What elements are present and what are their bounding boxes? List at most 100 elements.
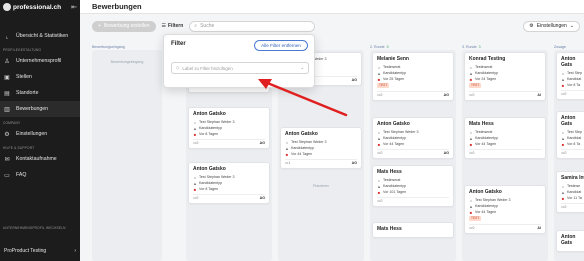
job-icon: ⌂ bbox=[193, 174, 197, 180]
person-icon: ▲ bbox=[377, 183, 381, 189]
column-body[interactable]: Bewerbungseingang bbox=[92, 50, 162, 261]
candidate-name: Anton Gatsko bbox=[193, 111, 226, 117]
calendar-icon: ■ bbox=[469, 209, 473, 215]
application-card[interactable]: Anton Gatsko ⌂ Test Stephan Weder 3 ▲ Kandid… bbox=[464, 185, 546, 234]
column-title-label: Bewerbungseingang bbox=[92, 45, 125, 49]
candidate-name: Konrad Testing bbox=[469, 56, 506, 62]
card-info-text: Testinserat bbox=[383, 65, 401, 69]
card-info-row: ■ Vor 24 Tagen bbox=[469, 76, 541, 82]
application-card[interactable]: Anton Gatsko ⌂ Test Stephan Weder 3 ▲ Kandid… bbox=[188, 162, 270, 204]
column-count-badge: 5 bbox=[386, 45, 389, 49]
calendar-icon: ■ bbox=[377, 189, 381, 195]
calendar-icon: ■ bbox=[193, 186, 197, 192]
application-card[interactable]: Anton Gats ⌂ Test Step ▲ Kandidat ■ Vor 8 Ta ▭ … bbox=[556, 111, 584, 159]
card-info-text: Kandidat bbox=[567, 136, 582, 140]
card-due: Vor 11 Ta bbox=[567, 196, 582, 200]
column-empty-note: Bewerbungseingang bbox=[110, 60, 144, 64]
collapse-sidebar-icon[interactable]: ⇤ bbox=[71, 3, 77, 11]
card-due: Vor 44 Tagen bbox=[475, 142, 497, 146]
comment-count: 0 bbox=[564, 92, 567, 96]
card-info-text: Testinserat bbox=[475, 130, 493, 134]
card-footer: ▭ 0AG bbox=[377, 149, 449, 155]
settings-label: Einstellungen bbox=[536, 23, 567, 29]
sidebar-item-overview[interactable]: ⌞ Übersicht & Statistiken bbox=[0, 28, 80, 44]
card-footer: ▭ 0AG bbox=[193, 194, 265, 200]
application-card[interactable]: Anton Gats bbox=[556, 230, 584, 252]
card-footer: ▭ 0 bbox=[377, 197, 449, 203]
card-info-text: Kandidatentyp bbox=[383, 136, 406, 140]
sidebar-item-locations[interactable]: ▤ Standorte bbox=[0, 85, 80, 101]
sidebar-item-company-profile[interactable]: ♙ Unternehmensprofil bbox=[0, 53, 80, 69]
search-placeholder: Suche bbox=[200, 23, 215, 29]
job-icon: ⌂ bbox=[193, 119, 197, 125]
chevron-down-icon: ⌄ bbox=[300, 65, 304, 70]
application-card[interactable]: Mats Hess ⌂ Testinserat ▲ Kandidatentyp ■ Vor … bbox=[372, 165, 454, 207]
application-card[interactable]: Anton Gatsko ⌂ Test Stephan Weder 3 ▲ Kandid… bbox=[280, 127, 362, 169]
search-input[interactable]: ⌕ Suche bbox=[189, 20, 316, 32]
assignee-initials: AG bbox=[351, 161, 357, 165]
person-icon: ▲ bbox=[469, 135, 473, 141]
clear-filters-button[interactable]: Alle Filter entfernen bbox=[254, 40, 308, 51]
create-application-button[interactable]: + Bewerbung erstellen bbox=[92, 20, 156, 32]
filter-button[interactable]: ☰ Filtern bbox=[162, 23, 184, 29]
card-info-text: Test Stephan Weder 3 bbox=[291, 140, 327, 144]
card-footer: ▭ 0AG bbox=[193, 139, 265, 145]
card-info-text: Kandidat bbox=[567, 190, 582, 194]
add-label-filter-select[interactable]: ◇ Label zu Filter hinzufügen ⌄ bbox=[171, 62, 309, 74]
card-due: Vor 8 Tagen bbox=[199, 187, 219, 191]
application-card[interactable]: Mats Hess bbox=[372, 222, 454, 238]
toolbar: + Bewerbung erstellen ☰ Filtern ⌕ Suche … bbox=[92, 20, 584, 32]
application-card[interactable]: Samira Int ⌂ Testinse ▲ Kandidat ■ Vor 11 Ta ▭ … bbox=[556, 171, 584, 213]
job-icon: ⌂ bbox=[561, 183, 565, 189]
card-due: Vor 44 Tagen bbox=[383, 142, 405, 146]
brand-logo-icon bbox=[3, 3, 11, 11]
assignee-initials: AG bbox=[351, 78, 357, 82]
main: Bewerbungen + Bewerbung erstellen ☰ Filt… bbox=[80, 0, 584, 261]
card-info-text: Testinse bbox=[567, 184, 581, 188]
kanban-column: Zusage Anton Gats ⌂ Test Step ▲ Kandidat ■ Vor … bbox=[554, 44, 584, 261]
candidate-name: Anton Gatsko bbox=[285, 131, 318, 137]
person-icon: ▲ bbox=[469, 70, 473, 76]
person-icon: ▲ bbox=[377, 135, 381, 141]
application-card[interactable]: Anton Gatsko ⌂ Test Stephan Weder 3 ▲ Kandid… bbox=[372, 117, 454, 159]
settings-dropdown[interactable]: ⚙ Einstellungen ⌄ bbox=[523, 20, 580, 32]
sidebar-item-label: Unternehmensprofil bbox=[16, 58, 62, 64]
sidebar-item-contact[interactable]: ✉ Kontaktaufnahme bbox=[0, 151, 80, 167]
tenant-switcher[interactable]: ProProduct Testing › bbox=[0, 245, 80, 257]
person-icon: ▲ bbox=[377, 70, 381, 76]
job-icon: ⌂ bbox=[469, 129, 473, 135]
sidebar-item-applications[interactable]: ▥ Bewerbungen bbox=[0, 101, 80, 117]
application-card[interactable]: Mats Hess ⌂ Testinserat ▲ Kandidatentyp ■ Vor … bbox=[464, 117, 546, 159]
sidebar: professional.ch ⇤ ⌞ Übersicht & Statisti… bbox=[0, 0, 80, 261]
candidate-name: Mats Hess bbox=[377, 226, 402, 232]
card-due: Vor 44 Tagen bbox=[475, 210, 497, 214]
card-due: Vor 101 Tagen bbox=[383, 190, 407, 194]
column-body[interactable]: Anton Gats ⌂ Test Step ▲ Kandidat ■ Vor 8 Ta ▭ … bbox=[554, 50, 584, 261]
application-card[interactable]: Konrad Testing ⌂ Testinserat ▲ Kandidatentyp… bbox=[464, 52, 546, 101]
assignee-initials: AG bbox=[443, 151, 449, 155]
sidebar-item-faq[interactable]: ▭ FAQ bbox=[0, 167, 80, 183]
card-tag: TEST bbox=[469, 83, 482, 88]
application-card[interactable]: Anton Gats ⌂ Test Step ▲ Kandidat ■ Vor 8 Ta ▭ … bbox=[556, 52, 584, 100]
filter-label: Filtern bbox=[168, 23, 184, 29]
page-header: Bewerbungen bbox=[80, 0, 584, 14]
card-footer: ▭ 0 AI bbox=[469, 223, 541, 230]
column-title-label: 2. Runde bbox=[370, 45, 385, 49]
add-label-placeholder: Label zu Filter hinzufügen bbox=[182, 65, 233, 71]
sidebar-item-label: Kontaktaufnahme bbox=[16, 156, 57, 162]
column-body[interactable]: Melanie Senn ⌂ Testinserat ▲ Kandidatentyp ■ V… bbox=[370, 50, 456, 261]
application-card[interactable]: Anton Gatsko ⌂ Test Stephan Weder 3 ▲ Kandid… bbox=[188, 107, 270, 149]
candidate-name: Anton Gatsko bbox=[469, 189, 502, 195]
brand: professional.ch ⇤ bbox=[0, 0, 80, 14]
person-icon: ▲ bbox=[561, 135, 565, 141]
column-body[interactable]: Konrad Testing ⌂ Testinserat ▲ Kandidatentyp… bbox=[462, 50, 548, 261]
card-footer: ▭ 0AG bbox=[377, 90, 449, 97]
job-icon: ⌂ bbox=[469, 64, 473, 70]
comment-count: 0 bbox=[196, 141, 199, 145]
sidebar-item-settings[interactable]: ⚙ Einstellungen bbox=[0, 126, 80, 142]
sidebar-item-label: Bewerbungen bbox=[16, 106, 49, 112]
application-card[interactable]: Melanie Senn ⌂ Testinserat ▲ Kandidatentyp ■ V… bbox=[372, 52, 454, 101]
sidebar-item-jobs[interactable]: ▣ Stellen bbox=[0, 69, 80, 85]
card-info-text: Test Step bbox=[567, 130, 582, 134]
calendar-icon: ■ bbox=[469, 76, 473, 82]
